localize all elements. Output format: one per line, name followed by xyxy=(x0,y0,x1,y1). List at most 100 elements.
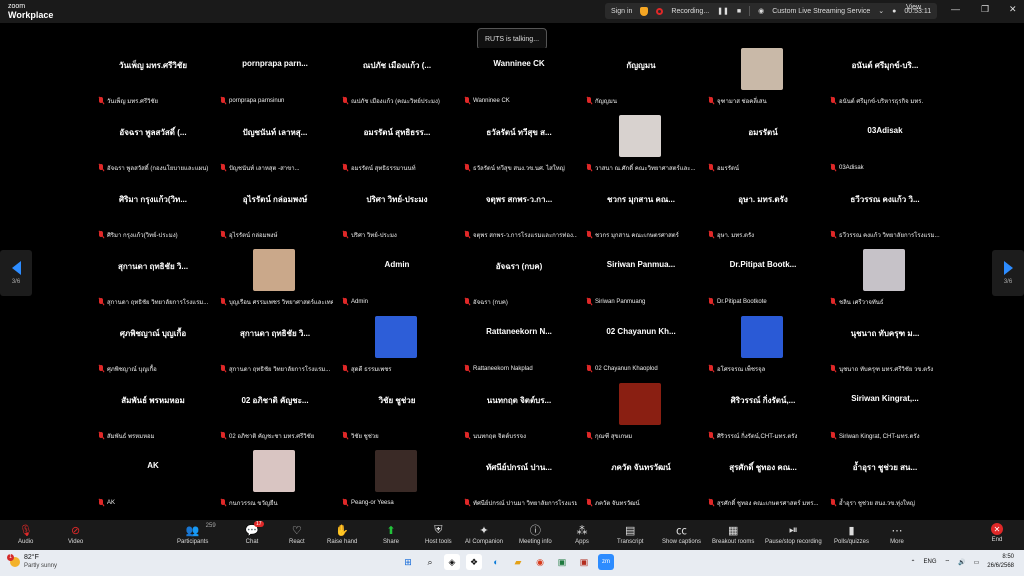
participant-tile[interactable]: อัจฉรา (กบค) อัจฉรา (กบค) xyxy=(460,249,578,309)
ai-companion-button[interactable]: ✦ AI Companion xyxy=(465,523,503,546)
participant-tile[interactable]: จตุพร สกพร-ว.กา... จตุพร สกพร-ว.การโรงแรม… xyxy=(460,182,578,242)
participant-tile[interactable]: ปริศา วิทย์-ประมง ปริศา วิทย์-ประมง xyxy=(338,182,456,242)
breakout-rooms-button[interactable]: ▦ Breakout rooms xyxy=(712,523,754,546)
participant-tile[interactable]: วันเพ็ญ มทร.ศรีวิชัย วันเพ็ญ มทร.ศรีวิชัย xyxy=(94,48,212,108)
participant-tile[interactable]: นุชนาถ ทับครุฑ ม... นุชนาถ ทับครุฑ มทร.ศร… xyxy=(826,316,944,376)
participant-tile[interactable]: อัจฉรา พูลสวัสดิ์ (... อัจฉรา พูลสวัสดิ์ … xyxy=(94,115,212,175)
participant-tile[interactable]: อมรรัตน์ สุทธิธรร... อมรรัตน์ สุทธิธรรมาน… xyxy=(338,115,456,175)
transcript-button[interactable]: ▤ Transcript xyxy=(617,523,643,546)
participant-tile[interactable]: อุษา. มทร.ตรัง อุษา. มทร.ตรัง xyxy=(704,182,822,242)
more-button[interactable]: ⋯ More xyxy=(890,523,904,546)
participant-tile[interactable]: ภควัต จันทรวัฒน์ ภควัต จันทรวัฒน์ xyxy=(582,450,700,510)
prev-page-button[interactable]: 3/6 xyxy=(0,250,32,296)
participant-tile[interactable]: สุดดี ธรรมเพชร xyxy=(338,316,456,376)
participant-tile[interactable]: บุญเรือน ศรรมเพชร วิทยาศาสตร์และเทค... xyxy=(216,249,334,309)
participant-name-label: สุกานดา ฤทธิชัย วิทยาลัยการโรงแรม... xyxy=(95,296,211,307)
participant-tile[interactable]: Siriwan Panmua... Siriwan Panmuang xyxy=(582,249,700,309)
volume-icon[interactable]: 🔊 xyxy=(958,559,965,566)
participant-tile[interactable]: AK AK xyxy=(94,450,212,510)
pause-recording-button[interactable]: ⏯ Pause/stop recording xyxy=(765,523,822,546)
battery-icon[interactable]: ▭ xyxy=(974,559,980,566)
audio-button[interactable]: 🎙 Audio xyxy=(18,523,33,546)
widgets-icon[interactable]: ❖ xyxy=(466,554,482,570)
participant-tile[interactable]: Admin Admin xyxy=(338,249,456,309)
excel-icon[interactable]: ▣ xyxy=(554,554,570,570)
participant-tile[interactable]: 02 Chayanun Kh... 02 Chayanun Khaoplod xyxy=(582,316,700,376)
participant-tile[interactable]: Wanninee CK Wanninee CK xyxy=(460,48,578,108)
participant-tile[interactable]: อ้ำอุรา ชูช่วย สน... อ้ำอุรา ชูช่วย สนง.ว… xyxy=(826,450,944,510)
participant-name: AK xyxy=(107,499,116,506)
share-button[interactable]: ⬆ Share xyxy=(383,523,399,546)
chevron-down-icon[interactable]: ⌄ xyxy=(878,7,884,15)
participant-tile[interactable]: นนทกฤต จิตต์บร... นนทกฤต จิตต์บรรจง xyxy=(460,383,578,443)
participant-tile[interactable]: ทัศนีย์ปกรณ์ ปาน... ทัศนีย์ปกรณ์ ปานมา วิ… xyxy=(460,450,578,510)
wifi-icon[interactable]: ⌔ xyxy=(945,558,951,566)
raise-hand-button[interactable]: ✋ Raise hand xyxy=(327,523,357,546)
video-button[interactable]: ⊘ Video xyxy=(68,523,83,546)
end-button[interactable]: ✕ End xyxy=(991,523,1003,543)
file-explorer-icon[interactable]: ▰ xyxy=(510,554,526,570)
view-button[interactable]: View xyxy=(906,4,921,11)
participant-tile[interactable]: ศิริวรรณ์ กิ่งรัตน์,... ศิริวรรณ์ กิ่งรัต… xyxy=(704,383,822,443)
participant-tile[interactable]: กัญญมน กัญญมน xyxy=(582,48,700,108)
participant-name: นุชนาถ ทับครุฑ มทร.ศรีวิชัย วข.ตรัง xyxy=(839,366,934,373)
participant-tile[interactable]: ศิริมา กรุงแก้ว(วิท... ศิริมา กรุงแก้ว(วิ… xyxy=(94,182,212,242)
participant-tile[interactable]: Dr.Pitipat Bootk... Dr.Pitipat Bootkote xyxy=(704,249,822,309)
participants-button[interactable]: 👥 259 Participants xyxy=(177,523,216,545)
participant-tile[interactable]: 02 อภิชาติ คัญชะ... 02 อภิชาติ คัญชะชา มท… xyxy=(216,383,334,443)
host-tools-button[interactable]: ⛨ Host tools xyxy=(425,523,452,546)
participant-tile[interactable]: อนันต์ ศรีมุกข์-บริ... อนันต์ ศรีมุกข์-บร… xyxy=(826,48,944,108)
chrome-icon[interactable]: ◉ xyxy=(532,554,548,570)
participant-tile[interactable]: กนกวรรณ ขวัญยืน xyxy=(216,450,334,510)
participant-tile[interactable]: สุกานดา ฤทธิชัย วิ... สุกานดา ฤทธิชัย วิท… xyxy=(216,316,334,376)
participant-tile[interactable]: ชลิน เศรีวาจทันธ์ xyxy=(826,249,944,309)
participant-tile[interactable]: สัมพันธ์ พรหมหอม สัมพันธ์ พรหมหอม xyxy=(94,383,212,443)
streaming-dropdown[interactable]: Custom Live Streaming Service xyxy=(772,8,870,15)
polls-button[interactable]: ▮ Polls/quizzes xyxy=(834,523,869,546)
clock[interactable]: 8:50 26/6/2568 xyxy=(987,553,1014,571)
captions-button[interactable]: ㏄ Show captions xyxy=(662,523,701,545)
restore-icon[interactable]: ❐ xyxy=(981,4,989,15)
edge-icon[interactable]: ◐ xyxy=(488,554,504,570)
react-button[interactable]: ♡ React xyxy=(289,523,305,546)
participant-tile[interactable]: วาสนา ณ.ศักดิ์ คณะวิทยาศาสตร์และ... xyxy=(582,115,700,175)
minimize-icon[interactable]: — xyxy=(951,4,960,14)
participant-tile[interactable]: Rattaneekorn N... Rattaneekorn Nakplad xyxy=(460,316,578,376)
sign-in-button[interactable]: Sign in xyxy=(611,8,632,15)
participant-tile[interactable]: สุรศักดิ์ ชูทอง คณ... สุรศักดิ์ ชูทอง คณะ… xyxy=(704,450,822,510)
participant-tile[interactable]: 03Adisak 03Adisak xyxy=(826,115,944,175)
participant-tile[interactable]: กุณฑี สุขเกษม xyxy=(582,383,700,443)
language-indicator[interactable]: ENG xyxy=(923,559,936,565)
close-icon[interactable]: ✕ xyxy=(1009,4,1017,15)
tray-chevron-icon[interactable]: ⌃ xyxy=(910,559,915,566)
windows-start-icon[interactable]: ⊞ xyxy=(400,554,416,570)
shield-icon[interactable] xyxy=(640,6,649,16)
participant-tile[interactable]: Siriwan Kingrat,... Siriwan Kingrat, CHT-… xyxy=(826,383,944,443)
participant-tile[interactable]: สุกานดา ฤทธิชัย วิ... สุกานดา ฤทธิชัย วิท… xyxy=(94,249,212,309)
stop-recording-icon[interactable]: ■ xyxy=(737,8,741,15)
participant-tile[interactable]: ปัญชนันท์ เลาหสุ... ปัญชนันท์ เลาหสุต -สา… xyxy=(216,115,334,175)
pause-recording-icon[interactable]: ❚❚ xyxy=(717,7,729,15)
meeting-info-button[interactable]: ⓘ Meeting info xyxy=(519,523,552,545)
powerpoint-icon[interactable]: ▣ xyxy=(576,554,592,570)
participant-tile[interactable]: อโศรจรณ เพ็ชรจุล xyxy=(704,316,822,376)
participant-tile[interactable]: อมรรัตน์ อมรรัตน์ xyxy=(704,115,822,175)
zoom-icon[interactable]: zm xyxy=(598,554,614,570)
participant-tile[interactable]: pornprapa parn... pornprapa parnsinun xyxy=(216,48,334,108)
participant-tile[interactable]: ศุภพิชญาณ์ บุญเกื้อ ศุภพิชญาณ์ บุญเกื้อ xyxy=(94,316,212,376)
chat-button[interactable]: 💬 17 Chat xyxy=(245,521,264,545)
participant-tile[interactable]: ชวกร มุกสาน คณ... ชวกร มุกสาน คณะเกษตรศาส… xyxy=(582,182,700,242)
weather-widget[interactable]: 1 82°F Partly sunny xyxy=(7,554,57,570)
next-page-button[interactable]: 3/6 xyxy=(992,250,1024,296)
participant-tile[interactable]: ณปภัช เมืองแก้ว (... ณปภัช เมืองแก้ว (คณะ… xyxy=(338,48,456,108)
participant-tile[interactable]: ธวัลรัตน์ ทวีสุข ส... ธวัลรัตน์ ทวีสุข สน… xyxy=(460,115,578,175)
shield-tools-icon: ⛨ xyxy=(434,523,443,536)
participant-tile[interactable]: Peang-or Yeesa xyxy=(338,450,456,510)
participant-tile[interactable]: จุฑามาส ช่อคลี่เสน xyxy=(704,48,822,108)
copilot-icon[interactable]: ◈ xyxy=(444,554,460,570)
search-icon[interactable]: ⌕ xyxy=(422,554,438,570)
apps-button[interactable]: ⁂ Apps xyxy=(575,523,589,546)
participant-tile[interactable]: วิชัย ชูช่วย วิชัย ชูช่วย xyxy=(338,383,456,443)
participant-tile[interactable]: ธวีวรรณ คงแก้ว วิ... ธวีวรรณ คงแก้ว วิทยา… xyxy=(826,182,944,242)
participant-tile[interactable]: อุไรรัตน์ กล่อมพงษ์ อุไรรัตน์ กล่อมพงษ์ xyxy=(216,182,334,242)
